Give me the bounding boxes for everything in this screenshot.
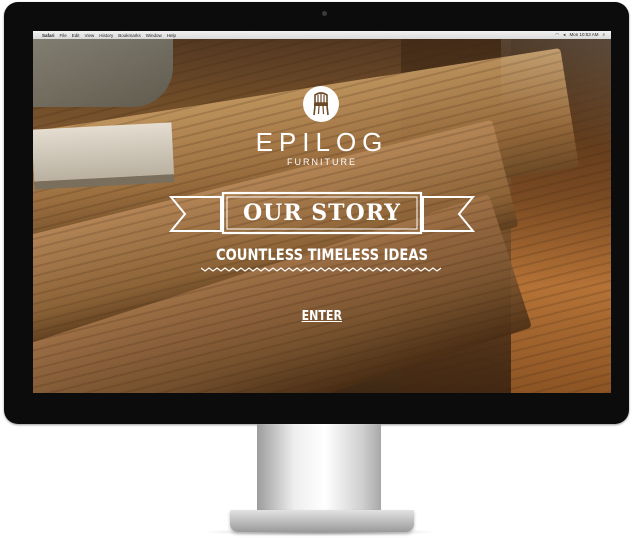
- menu-window[interactable]: Window: [146, 33, 162, 38]
- menu-view[interactable]: View: [85, 33, 95, 38]
- menu-edit[interactable]: Edit: [72, 33, 80, 38]
- camera: [322, 11, 327, 16]
- search-icon[interactable]: ⌕: [602, 32, 605, 38]
- monitor-stand: [257, 424, 381, 516]
- monitor-base: [230, 510, 414, 532]
- menu-file[interactable]: File: [60, 33, 67, 38]
- menu-bar: Safari File Edit View History Bookmarks …: [33, 31, 611, 39]
- menu-history[interactable]: History: [99, 33, 113, 38]
- monitor: Safari File Edit View History Bookmarks …: [4, 2, 629, 424]
- banner-title: OUR STORY: [242, 200, 402, 226]
- enter-link[interactable]: ENTER: [302, 309, 342, 324]
- menu-help[interactable]: Help: [167, 33, 176, 38]
- story-banner: OUR STORY: [168, 191, 476, 237]
- brand-title: EPILOG: [255, 127, 389, 157]
- chair-icon: [303, 86, 339, 122]
- brand-subtitle: FURNITURE: [287, 157, 357, 167]
- zigzag-divider: [201, 267, 442, 272]
- clock[interactable]: Mon 10:53 AM: [569, 32, 598, 38]
- menu-safari[interactable]: Safari: [42, 33, 55, 38]
- enter-link-wrap: ENTER: [33, 307, 611, 325]
- tagline: COUNTLESS TIMELESS IDEAS: [216, 245, 428, 264]
- screen: Safari File Edit View History Bookmarks …: [33, 31, 611, 393]
- volume-icon[interactable]: ◂: [563, 32, 565, 38]
- menu-bookmarks[interactable]: Bookmarks: [118, 33, 141, 38]
- wifi-icon[interactable]: ◠: [555, 32, 559, 38]
